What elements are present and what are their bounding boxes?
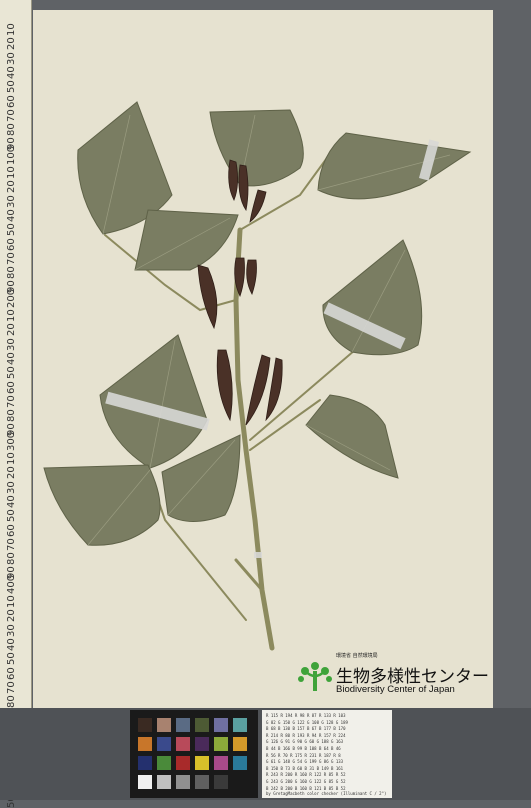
flower-low-1 — [216, 349, 233, 422]
color-swatch — [195, 737, 209, 751]
leaf-lower-left — [43, 464, 161, 546]
reference-row: R 115 R 194 R 98 R 87 R 133 R 103 — [266, 713, 346, 718]
color-swatch — [214, 737, 228, 751]
reference-row: G 126 G 91 G 90 G 60 G 188 G 163 — [266, 739, 344, 745]
reference-row: B 44 B 166 B 99 B 108 B 64 B 46 — [266, 746, 341, 751]
color-swatch — [176, 756, 190, 770]
reference-row: B 242 B 200 B 160 B 121 B 85 B 52 — [266, 785, 346, 791]
color-swatch — [176, 737, 190, 751]
color-swatch — [233, 756, 247, 770]
flower-top-2 — [238, 164, 249, 212]
flower-mid-1 — [197, 264, 218, 330]
color-swatch — [138, 737, 152, 751]
color-swatch — [157, 775, 171, 789]
color-swatch — [214, 775, 228, 789]
color-swatch — [214, 756, 228, 770]
leaf-upper-center — [134, 209, 239, 271]
reference-row: G 61 G 148 G 54 G 199 G 86 G 133 — [266, 759, 344, 765]
color-swatch — [195, 718, 209, 732]
color-swatch — [157, 718, 171, 732]
flower-top-1 — [228, 159, 238, 201]
color-reference-values-card: by GretagMacbeth color checker (Illumina… — [262, 710, 392, 798]
ministry-line: 環境省 自然環境局 — [336, 653, 378, 659]
color-swatch — [176, 775, 190, 789]
color-swatch — [138, 775, 152, 789]
color-swatch — [176, 718, 190, 732]
leaf-top-right — [317, 132, 472, 200]
tape-strip-4 — [254, 552, 262, 558]
reference-row: G 243 G 200 G 160 G 122 G 85 G 52 — [266, 779, 346, 784]
color-swatch — [157, 737, 171, 751]
leaves — [43, 101, 472, 546]
reference-row: G 82 G 150 G 122 G 108 G 128 G 189 — [266, 719, 348, 725]
reference-row: R 243 R 200 R 160 R 122 R 85 R 52 — [266, 772, 346, 778]
reference-row: R 214 R 80 R 193 R 94 R 157 R 224 — [266, 732, 346, 738]
reference-row: B 68 B 130 B 157 B 67 B 177 B 170 — [266, 726, 346, 732]
center-name-english: Biodiversity Center of Japan — [336, 684, 455, 695]
leaf-right-lower — [305, 394, 399, 479]
color-swatch — [214, 718, 228, 732]
leaf-top-middle — [209, 109, 304, 187]
color-swatch — [233, 775, 247, 789]
color-swatch — [233, 737, 247, 751]
tree-logo-icon — [298, 662, 332, 691]
color-checker-card — [130, 710, 258, 798]
color-swatch — [157, 756, 171, 770]
color-swatch — [195, 775, 209, 789]
color-swatch — [138, 718, 152, 732]
reference-row: B 150 B 73 B 60 B 31 B 149 B 161 — [266, 765, 344, 771]
color-swatch — [138, 756, 152, 770]
flower-low-2 — [245, 354, 271, 426]
color-swatch — [233, 718, 247, 732]
flower-mid-3 — [246, 259, 257, 295]
color-swatch — [195, 756, 209, 770]
reference-card-footer: by GretagMacbeth color checker (Illumina… — [266, 791, 387, 796]
leaf-center-right — [322, 239, 423, 356]
reference-row: R 56 R 70 R 175 R 231 R 187 R 8 — [266, 752, 341, 758]
